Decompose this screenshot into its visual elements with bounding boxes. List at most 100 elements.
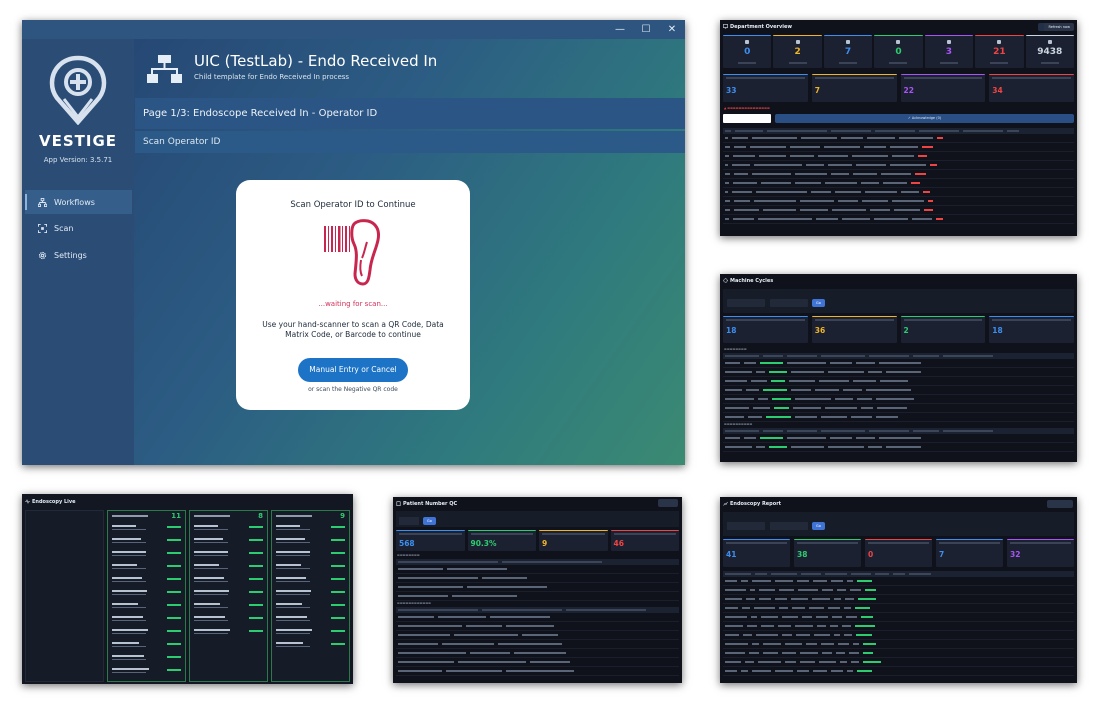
table-cell xyxy=(725,616,748,618)
kpi-value: 90.3% xyxy=(470,539,497,548)
table-cell xyxy=(757,661,781,663)
item-title xyxy=(276,538,305,540)
item-title xyxy=(194,616,225,618)
header-cell xyxy=(755,573,767,575)
item-subtitle xyxy=(112,646,146,647)
table-cell xyxy=(862,643,876,645)
table-cell xyxy=(923,209,934,211)
table-cell xyxy=(922,146,933,148)
minimize-button[interactable]: — xyxy=(607,20,633,39)
table-cell xyxy=(852,380,877,382)
kpi-card: 34 xyxy=(989,74,1074,102)
table-cell xyxy=(818,155,849,157)
nav-item-scan[interactable]: Scan xyxy=(25,216,132,240)
filter-select[interactable] xyxy=(723,114,771,123)
close-button[interactable]: ✕ xyxy=(659,20,685,39)
kpi-value: 9 xyxy=(542,539,548,548)
header-cell xyxy=(893,573,905,575)
go-button[interactable]: Go xyxy=(423,517,436,525)
kpi-value: 32 xyxy=(1010,550,1021,559)
range-select[interactable] xyxy=(399,517,419,525)
table-cell xyxy=(844,607,851,609)
table-cell xyxy=(910,182,920,184)
table-cell xyxy=(398,616,434,618)
manual-entry-button[interactable]: Manual Entry or Cancel xyxy=(298,358,408,382)
item-title xyxy=(112,616,143,618)
nav-label-settings: Settings xyxy=(54,250,87,260)
header-cell xyxy=(1007,130,1019,132)
header-cell xyxy=(913,355,939,357)
table-cell xyxy=(506,625,554,627)
department-overview-panel: Department Overview Refresh now ▲ ▬▬▬▬▬▬… xyxy=(720,20,1077,236)
table-cell xyxy=(398,577,478,579)
column-header-label xyxy=(194,515,230,517)
from-date-input[interactable] xyxy=(727,522,765,530)
item-subtitle xyxy=(112,620,146,621)
table-cell xyxy=(849,652,859,654)
table-cell xyxy=(862,652,873,654)
dialog-title: Scan Operator ID to Continue xyxy=(290,200,416,210)
nav-item-workflows[interactable]: Workflows xyxy=(25,190,132,214)
kpi-accent xyxy=(396,530,465,531)
kpi-accent xyxy=(723,35,772,36)
date-filter-bar: Go xyxy=(723,289,1074,313)
status-icon xyxy=(997,40,1002,44)
item-status xyxy=(249,617,263,619)
item-status xyxy=(331,643,345,645)
item-subtitle xyxy=(112,581,146,582)
item-title xyxy=(112,564,137,566)
table-cell xyxy=(857,580,872,582)
table-cell xyxy=(749,589,756,591)
nav-item-settings[interactable]: Settings xyxy=(25,243,132,267)
table-cell xyxy=(740,670,748,672)
acknowledge-button[interactable]: ✓ Acknowledge (0) xyxy=(775,114,1074,123)
item-title xyxy=(276,564,301,566)
kpi-card: 38 xyxy=(794,539,861,567)
go-button[interactable]: Go xyxy=(812,299,825,307)
table-cell xyxy=(797,670,810,672)
table-cell xyxy=(514,652,566,654)
kpi-accent xyxy=(1007,539,1074,540)
table-cell xyxy=(814,634,831,636)
table-cell xyxy=(867,137,896,139)
export-button[interactable] xyxy=(1047,500,1073,508)
header-cell xyxy=(482,609,562,611)
table-cell xyxy=(725,607,738,609)
refresh-button[interactable]: Refresh now xyxy=(1044,23,1074,31)
from-date-input[interactable] xyxy=(727,299,765,307)
kpi-label xyxy=(788,62,807,64)
maximize-button[interactable]: ☐ xyxy=(633,20,659,39)
table-cell xyxy=(725,589,746,591)
pulse-icon xyxy=(25,499,30,504)
export-button[interactable] xyxy=(658,499,678,507)
table-cell xyxy=(850,589,861,591)
item-subtitle xyxy=(276,620,310,621)
kpi-label xyxy=(1040,62,1059,64)
table-cell xyxy=(834,191,861,193)
to-date-input[interactable] xyxy=(770,299,808,307)
table-cell xyxy=(824,182,857,184)
kpi-label xyxy=(542,533,605,535)
table-cell xyxy=(452,595,517,597)
table-cell xyxy=(733,209,759,211)
table-cell xyxy=(725,146,730,148)
table-row xyxy=(723,134,1074,143)
report-table xyxy=(723,571,1074,676)
table-cell xyxy=(398,634,450,636)
table-cell xyxy=(725,661,741,663)
fleet-status-column xyxy=(25,510,104,682)
kpi-label xyxy=(868,542,929,544)
table-cell xyxy=(752,643,759,645)
kpi-card: 32 xyxy=(1007,539,1074,567)
header-cell xyxy=(943,430,993,432)
table-cell xyxy=(799,661,816,663)
table-cell xyxy=(438,616,486,618)
to-date-input[interactable] xyxy=(770,522,808,530)
table-cell xyxy=(799,200,834,202)
item-status xyxy=(249,526,263,528)
kpi-label xyxy=(613,533,676,535)
table-cell xyxy=(840,661,848,663)
table-cell xyxy=(845,598,854,600)
go-button[interactable]: Go xyxy=(812,522,825,530)
item-subtitle xyxy=(276,568,310,569)
